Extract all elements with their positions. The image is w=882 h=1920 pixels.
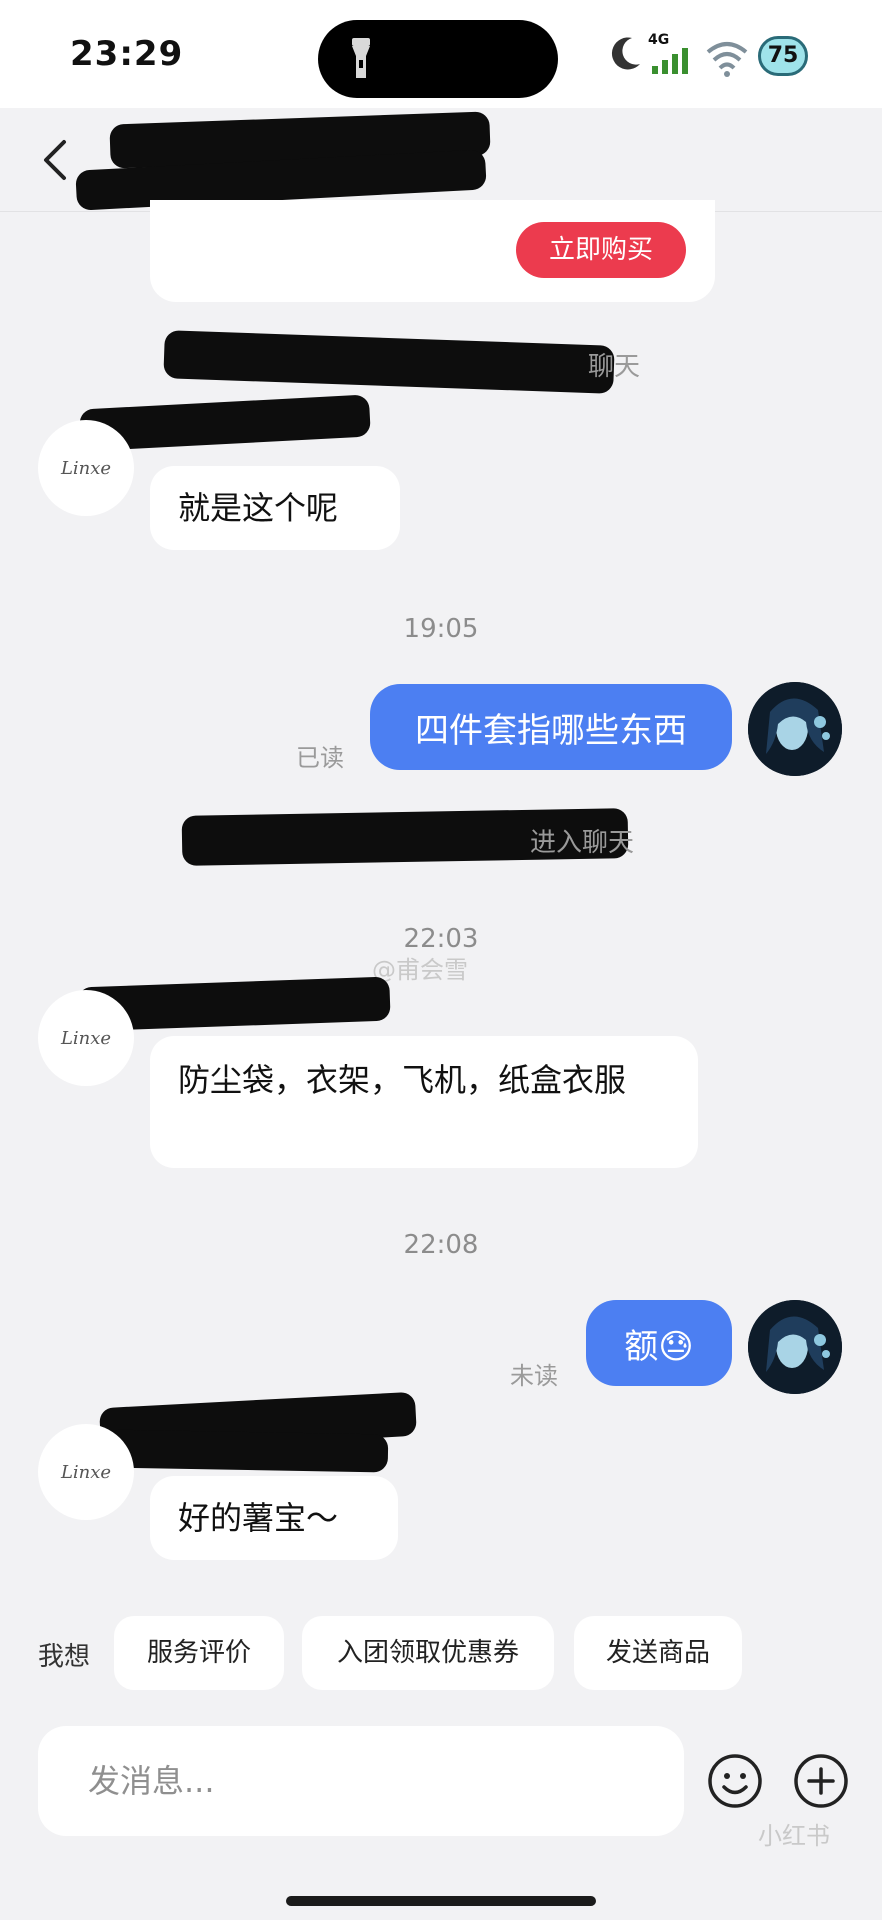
app-watermark: 小红书: [758, 1822, 830, 1850]
wifi-icon: [706, 42, 748, 77]
system-notice-suffix: 聊天: [588, 352, 641, 382]
chevron-left-icon[interactable]: [40, 138, 70, 182]
battery-badge: 75: [758, 36, 808, 76]
moon-icon: [611, 37, 640, 70]
message-input[interactable]: [38, 1726, 684, 1836]
shop-avatar-text: Linxe: [60, 457, 112, 479]
redacted-system-notice: [163, 330, 615, 394]
shop-avatar[interactable]: Linxe: [38, 990, 134, 1086]
user-avatar-image: [748, 1300, 842, 1394]
user-avatar[interactable]: [748, 682, 842, 776]
message-timestamp: 22:08: [403, 1230, 479, 1260]
buy-now-button[interactable]: 立即购买: [516, 222, 686, 278]
flashlight-icon: [352, 38, 370, 78]
shop-avatar[interactable]: Linxe: [38, 420, 134, 516]
smiley-icon[interactable]: [706, 1752, 764, 1810]
plus-icon[interactable]: [792, 1752, 850, 1810]
message-bubble-left: 好的薯宝～: [150, 1476, 398, 1560]
message-timestamp: 19:05: [403, 614, 479, 644]
chip-join-coupon[interactable]: 入团领取优惠券: [302, 1616, 554, 1690]
message-bubble-right: 额😓: [586, 1300, 732, 1386]
system-notice-2-fragment: 进入聊天: [530, 828, 635, 858]
chip-send-product[interactable]: 发送商品: [574, 1616, 742, 1690]
shop-avatar[interactable]: Linxe: [38, 1424, 134, 1520]
message-bubble-left: 防尘袋，衣架，飞机，纸盒衣服: [150, 1036, 698, 1168]
center-watermark: @甫会雪: [372, 956, 468, 984]
redacted-sender-name-4: [105, 1429, 389, 1473]
shop-avatar-text: Linxe: [60, 1027, 112, 1049]
read-status: 已读: [296, 744, 344, 772]
chip-service-review[interactable]: 服务评价: [114, 1616, 284, 1690]
message-bubble-left: 就是这个呢: [150, 466, 400, 550]
user-avatar[interactable]: [748, 1300, 842, 1394]
message-bubble-right: 四件套指哪些东西: [370, 684, 732, 770]
quick-actions-label: 我想: [38, 1642, 91, 1672]
shop-avatar-text: Linxe: [60, 1461, 112, 1483]
status-time: 23:29: [70, 34, 184, 74]
user-avatar-image: [748, 682, 842, 776]
signal-icon: [652, 48, 688, 74]
read-status: 未读: [510, 1362, 558, 1390]
home-indicator: [286, 1896, 596, 1906]
